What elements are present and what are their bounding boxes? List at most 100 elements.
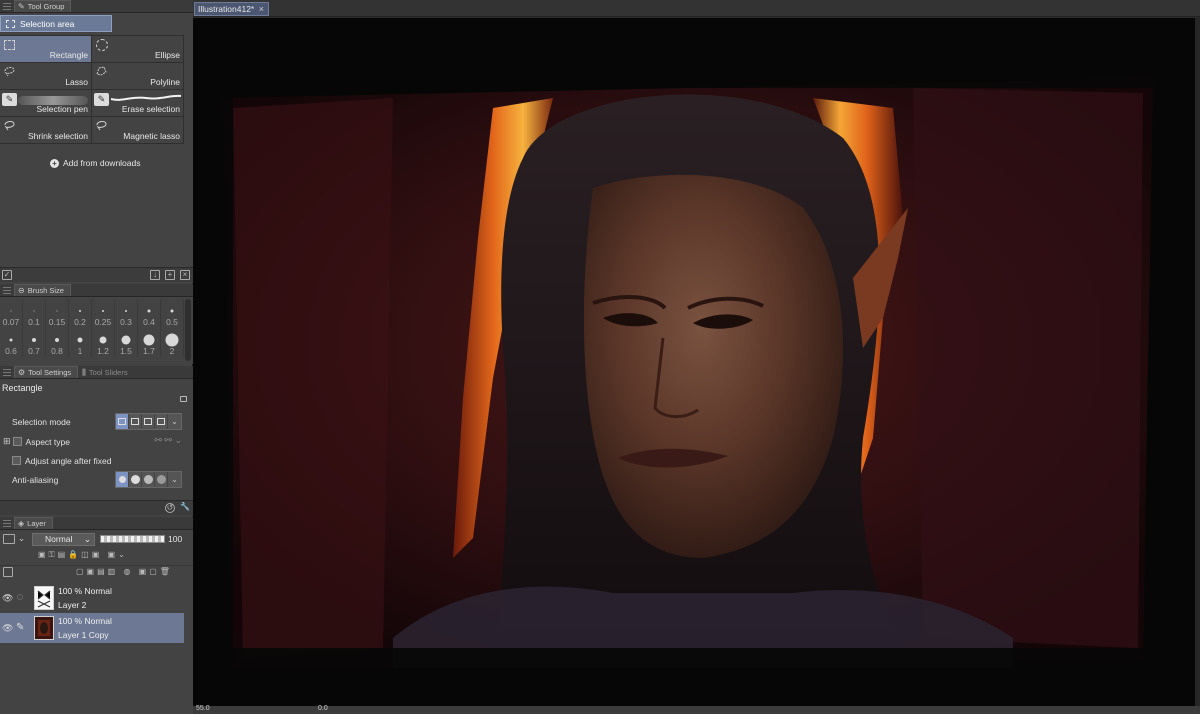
adjust-angle-checkbox[interactable] (12, 456, 21, 465)
anti-aliasing-medium-button[interactable] (142, 472, 155, 487)
aa-strong-icon (156, 475, 166, 484)
sliders-icon: ⫼ (82, 367, 86, 377)
artwork (193, 18, 1195, 706)
eye-icon[interactable]: 👁 (2, 623, 13, 634)
selection-mode-label: Selection mode (12, 416, 71, 427)
brush-size-preset[interactable]: 0.7 (23, 328, 46, 357)
reset-icon[interactable]: ↺ (165, 503, 175, 513)
brush-size-preset[interactable]: 0.1 (23, 299, 46, 328)
wrench-icon[interactable]: 🔧 (180, 503, 190, 513)
layer-lock-toolbar[interactable]: ▣⚿▤🔒◫▣ ▣⌄ (38, 550, 188, 561)
subtract-selection-button[interactable] (142, 414, 155, 429)
new-selection-button[interactable] (116, 414, 129, 429)
import-icon[interactable]: ↓ (150, 270, 160, 280)
rotation-value[interactable]: 0.0 (318, 705, 328, 712)
adjust-angle-row: Adjust angle after fixed (0, 451, 184, 470)
brush-size-preset[interactable]: 0.25 (92, 299, 115, 328)
tab-tool-sliders[interactable]: ⫼ Tool Sliders (78, 366, 134, 378)
adjust-angle-label: Adjust angle after fixed (25, 455, 112, 466)
tool-rectangle[interactable]: Rectangle (0, 36, 92, 63)
brush-size-value: 0.07 (2, 317, 20, 327)
brush-size-preset[interactable]: 0.8 (46, 328, 69, 357)
tool-selection-pen[interactable]: ✎ Selection pen (0, 90, 92, 117)
eye-icon[interactable]: 👁 (2, 593, 13, 604)
panel-grip-icon[interactable] (3, 519, 11, 527)
brush-size-preset[interactable]: 1.2 (92, 328, 115, 357)
subtool-group-selection-area[interactable]: Selection area (0, 15, 112, 32)
brush-size-value: 2 (169, 346, 175, 356)
brush-size-preset[interactable]: 0.4 (138, 299, 161, 328)
panel-grip-icon[interactable] (3, 286, 11, 294)
copy-subtool-icon[interactable]: + (165, 270, 175, 280)
tool-magnetic-lasso[interactable]: Magnetic lasso (92, 117, 184, 144)
aspect-type-dropdown[interactable]: ⚯ ⚯ ⌄ (154, 435, 182, 446)
chevron-down-icon[interactable]: ⌄ (168, 472, 181, 487)
aspect-type-checkbox[interactable] (12, 437, 22, 446)
tool-lasso[interactable]: Lasso (0, 63, 92, 90)
tab-tool-group-label: Tool Group (27, 2, 65, 11)
brush-size-preset[interactable]: 1.5 (115, 328, 138, 357)
add-from-downloads-button[interactable]: + Add from downloads (50, 158, 141, 168)
brush-size-preset[interactable]: 1.7 (138, 328, 161, 357)
brush-size-preset[interactable]: 0.15 (46, 299, 69, 328)
tab-layer[interactable]: ◈ Layer (14, 517, 53, 529)
zoom-value[interactable]: 55.0 (196, 705, 210, 712)
tool-shrink-selection[interactable]: Shrink selection (0, 117, 92, 144)
layer-row-layer-2[interactable]: 👁 100 % Normal Layer 2 (0, 583, 184, 613)
panel-grip-icon[interactable] (3, 368, 11, 376)
opacity-value[interactable]: 100 (168, 534, 182, 544)
tab-tool-settings[interactable]: ⚙ Tool Settings (14, 366, 79, 378)
rectangle-selection-icon (4, 40, 15, 50)
tab-brush-size[interactable]: ⊖ Brush Size (14, 284, 71, 296)
chevron-down-icon[interactable]: ⌄ (168, 414, 181, 429)
stroke-preview (110, 94, 182, 101)
canvas-vertical-scrollbar[interactable] (1195, 18, 1200, 706)
tool-label: Lasso (65, 77, 88, 87)
anti-aliasing-none-button[interactable] (116, 472, 129, 487)
tool-polyline[interactable]: Polyline (92, 63, 184, 90)
aa-none-icon (118, 476, 126, 483)
tool-erase-selection[interactable]: ✎ Erase selection (92, 90, 184, 117)
opacity-slider[interactable] (100, 535, 165, 543)
anti-aliasing-strong-button[interactable] (155, 472, 168, 487)
chevron-down-icon[interactable]: ⌄ (18, 533, 25, 544)
anti-aliasing-weak-button[interactable] (129, 472, 142, 487)
layer-row-layer-1-copy[interactable]: 👁 ✎ 100 % Normal Layer 1 Copy (0, 613, 184, 643)
brush-size-preset[interactable]: 0.3 (115, 299, 138, 328)
document-tab[interactable]: Illustration412* × (194, 2, 269, 16)
layer-thumbnail (34, 586, 54, 610)
add-selection-button[interactable] (129, 414, 142, 429)
brush-size-preset[interactable]: 1 (69, 328, 92, 357)
tab-tool-group[interactable]: ✎ Tool Group (14, 0, 72, 12)
tool-group-footer: ✓ ↓ + × (0, 267, 193, 282)
brush-size-scrollbar[interactable] (185, 299, 191, 361)
close-icon[interactable]: × (259, 4, 264, 14)
brush-size-preset[interactable]: 0.07 (0, 299, 23, 328)
brush-size-preset[interactable]: 0.2 (69, 299, 92, 328)
expand-icon[interactable]: ⊞ (3, 436, 11, 447)
lock-icon[interactable] (180, 396, 187, 402)
subtool-settings-icon[interactable]: ✓ (2, 270, 12, 280)
brush-size-preset[interactable]: 2 (161, 328, 184, 357)
brush-size-preset[interactable]: 0.6 (0, 328, 23, 357)
brush-size-preset[interactable]: 0.5 (161, 299, 184, 328)
subtool-grid: Rectangle Ellipse Lasso Polyline ✎ Selec… (0, 35, 184, 144)
panel-grip-icon[interactable] (3, 2, 11, 10)
blend-mode-select[interactable]: Normal ⌄ (32, 533, 95, 546)
tool-label: Erase selection (121, 104, 180, 114)
layer-target-icon[interactable] (17, 594, 23, 600)
polyline-icon (95, 65, 108, 77)
layer-action-icons[interactable]: ▢▣▤▥ ◍ ▣▢🗑 (76, 567, 173, 576)
layer-thumbnail (34, 616, 54, 640)
selection-mode-buttons: ⌄ (115, 413, 182, 430)
layer-property-icon[interactable] (3, 567, 13, 577)
tool-ellipse[interactable]: Ellipse (92, 36, 184, 63)
tab-brush-size-label: Brush Size (27, 286, 64, 295)
brush-size-grid: 0.07 0.1 0.15 0.2 0.25 0.3 0.4 0.5 0.6 0… (0, 299, 184, 357)
tool-group-panel: ✎ Tool Group Selection area Rectangle El… (0, 0, 193, 283)
intersect-selection-button[interactable] (155, 414, 168, 429)
canvas[interactable] (193, 18, 1195, 706)
trash-icon[interactable]: × (180, 270, 190, 280)
tool-settings-header: ⚙ Tool Settings ⫼ Tool Sliders (0, 366, 193, 379)
layer-color-icon[interactable] (3, 534, 15, 544)
